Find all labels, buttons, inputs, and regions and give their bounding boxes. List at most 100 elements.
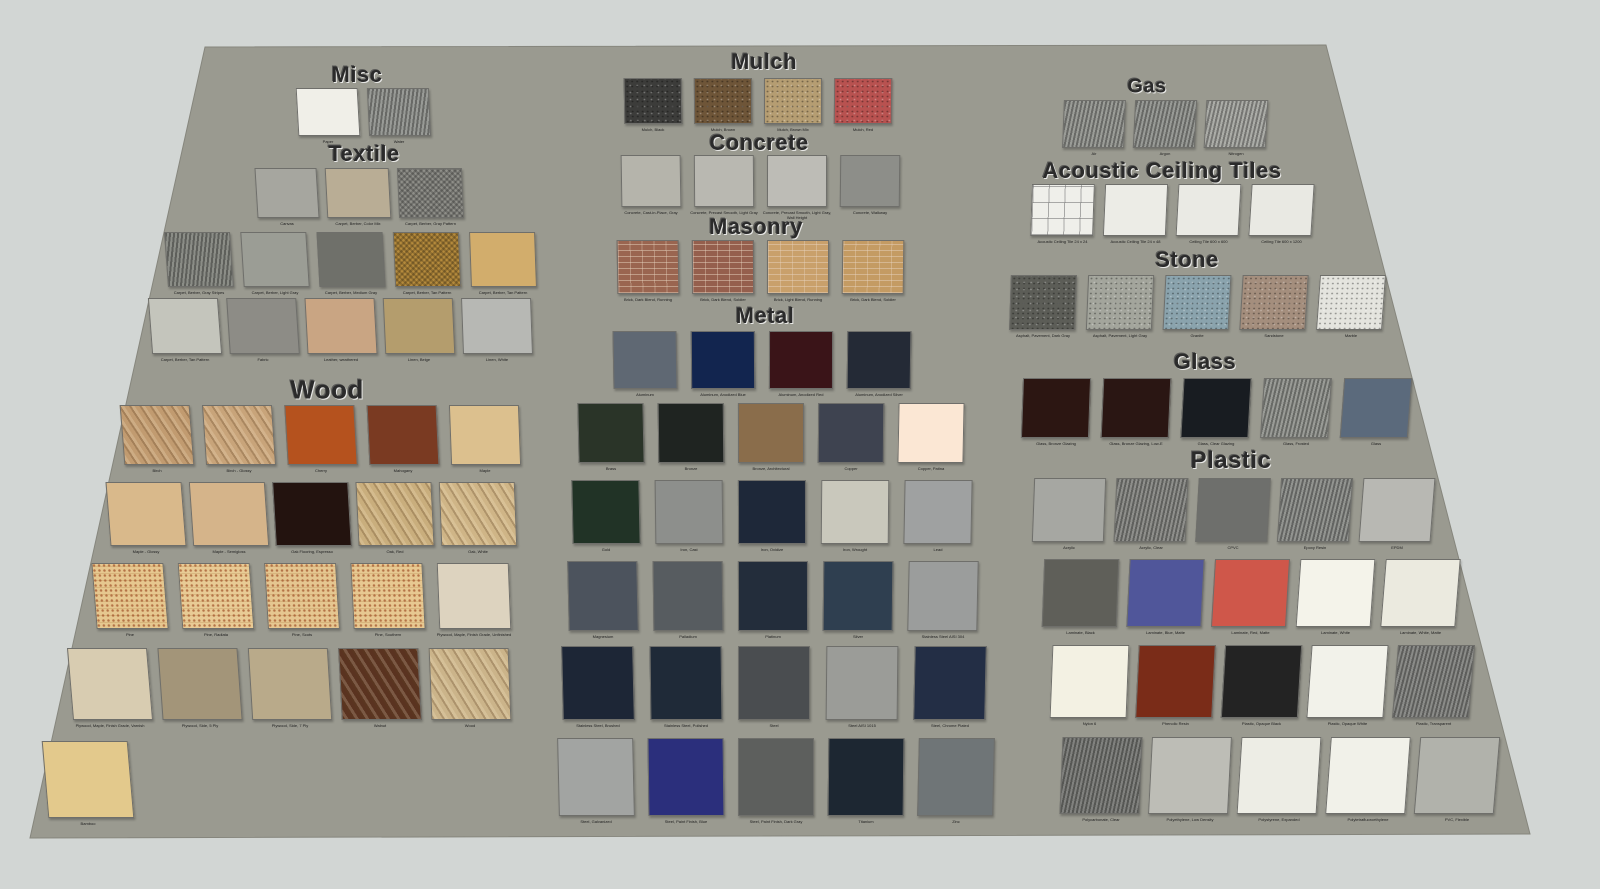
material-swatch-plastic[interactable] [1059,737,1143,814]
material-swatch-metal[interactable] [737,561,809,631]
material-swatch-metal[interactable] [657,403,725,463]
material-swatch-metal[interactable] [654,480,724,544]
material-swatch-plastic[interactable] [1041,559,1120,627]
material-swatch-metal[interactable] [738,738,814,816]
material-swatch-metal[interactable] [917,738,995,816]
material-swatch-acoustic-ceiling-tiles[interactable] [1030,184,1095,236]
material-swatch-textile[interactable] [163,232,235,287]
material-swatch-mulch[interactable] [623,78,683,124]
material-swatch-plastic[interactable] [1031,478,1107,542]
material-swatch-metal[interactable] [907,561,979,631]
material-swatch-plastic[interactable] [1413,737,1501,814]
material-swatch-textile[interactable] [316,232,386,287]
material-swatch-plastic[interactable] [1358,478,1436,542]
material-swatch-stone[interactable] [1009,275,1077,330]
material-swatch-textile[interactable] [147,298,223,354]
material-swatch-plastic[interactable] [1276,478,1354,542]
material-swatch-wood[interactable] [284,405,358,465]
material-swatch-metal[interactable] [612,331,678,389]
material-swatch-metal[interactable] [897,403,965,463]
material-swatch-plastic[interactable] [1210,559,1291,627]
material-swatch-metal[interactable] [738,646,810,720]
material-swatch-masonry[interactable] [766,240,830,294]
material-swatch-acoustic-ceiling-tiles[interactable] [1175,184,1242,236]
material-swatch-metal[interactable] [571,480,641,544]
material-swatch-masonry[interactable] [691,240,755,294]
material-swatch-wood[interactable] [105,482,187,546]
material-swatch-glass[interactable] [1020,378,1092,438]
material-swatch-textile[interactable] [254,168,320,218]
material-swatch-metal[interactable] [577,403,645,463]
material-swatch-wood[interactable] [272,482,352,546]
material-swatch-textile[interactable] [382,298,456,354]
material-swatch-textile[interactable] [226,298,300,354]
material-swatch-wood[interactable] [438,482,518,546]
material-swatch-wood[interactable] [436,563,512,629]
material-swatch-metal[interactable] [768,331,834,389]
material-swatch-metal[interactable] [647,738,725,816]
material-swatch-plastic[interactable] [1148,737,1232,814]
material-swatch-stone[interactable] [1085,275,1155,330]
material-swatch-wood[interactable] [41,741,135,818]
material-swatch-plastic[interactable] [1126,559,1205,627]
material-swatch-plastic[interactable] [1306,645,1389,718]
material-swatch-textile[interactable] [240,232,310,287]
material-swatch-wood[interactable] [366,405,440,465]
material-swatch-stone[interactable] [1239,275,1309,330]
material-swatch-metal[interactable] [820,480,890,544]
material-swatch-gas[interactable] [1132,100,1198,148]
material-swatch-wood[interactable] [350,563,426,629]
material-swatch-wood[interactable] [91,563,169,629]
material-swatch-mulch[interactable] [693,78,753,124]
material-swatch-textile[interactable] [324,168,392,218]
material-swatch-wood[interactable] [177,563,255,629]
material-swatch-wood[interactable] [201,405,277,465]
material-swatch-metal[interactable] [567,561,639,631]
material-swatch-wood[interactable] [247,648,333,720]
material-swatch-textile[interactable] [392,232,462,287]
material-swatch-plastic[interactable] [1325,737,1411,814]
material-swatch-textile[interactable] [304,298,378,354]
material-swatch-stone[interactable] [1162,275,1232,330]
material-swatch-wood[interactable] [264,563,340,629]
material-swatch-metal[interactable] [822,561,894,631]
material-swatch-plastic[interactable] [1049,645,1130,718]
material-swatch-acoustic-ceiling-tiles[interactable] [1102,184,1169,236]
material-swatch-metal[interactable] [690,331,756,389]
material-swatch-plastic[interactable] [1195,478,1271,542]
material-swatch-plastic[interactable] [1236,737,1322,814]
material-swatch-metal[interactable] [737,403,805,463]
material-swatch-glass[interactable] [1339,378,1413,438]
material-swatch-textile[interactable] [396,168,465,218]
material-swatch-metal[interactable] [825,646,899,720]
material-swatch-wood[interactable] [448,405,522,465]
material-swatch-wood[interactable] [428,648,512,720]
material-swatch-wood[interactable] [119,405,195,465]
material-swatch-acoustic-ceiling-tiles[interactable] [1248,184,1315,236]
material-swatch-wood[interactable] [188,482,270,546]
material-swatch-wood[interactable] [338,648,422,720]
material-swatch-concrete[interactable] [620,155,682,207]
material-swatch-textile[interactable] [461,298,533,354]
material-swatch-glass[interactable] [1100,378,1172,438]
material-swatch-plastic[interactable] [1220,645,1303,718]
material-swatch-plastic[interactable] [1295,559,1376,627]
material-swatch-plastic[interactable] [1135,645,1216,718]
material-swatch-plastic[interactable] [1391,645,1476,718]
material-swatch-mulch[interactable] [833,78,893,124]
material-swatch-concrete[interactable] [766,155,828,207]
material-swatch-wood[interactable] [355,482,435,546]
material-swatch-misc[interactable] [295,88,361,136]
material-swatch-textile[interactable] [469,232,537,287]
material-swatch-masonry[interactable] [841,240,905,294]
material-swatch-misc[interactable] [366,88,432,136]
material-swatch-metal[interactable] [737,480,807,544]
material-swatch-gas[interactable] [1203,100,1269,148]
material-swatch-metal[interactable] [561,646,635,720]
material-swatch-masonry[interactable] [616,240,680,294]
material-swatch-plastic[interactable] [1113,478,1189,542]
material-swatch-concrete[interactable] [693,155,755,207]
material-swatch-stone[interactable] [1316,275,1386,330]
material-swatch-metal[interactable] [557,738,635,816]
material-swatch-glass[interactable] [1180,378,1252,438]
